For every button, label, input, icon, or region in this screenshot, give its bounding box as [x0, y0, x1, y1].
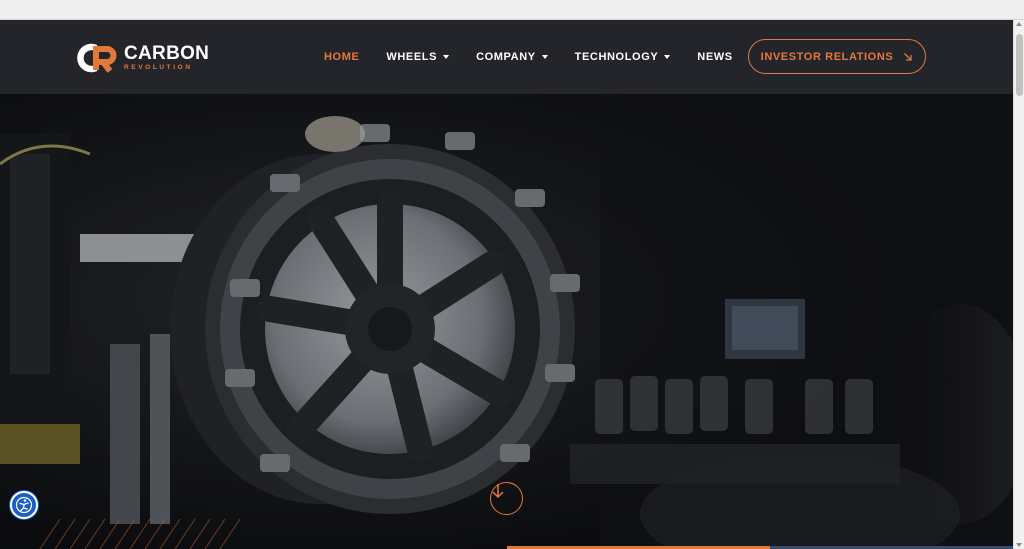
scroll-down-button[interactable] — [490, 482, 523, 515]
nav-item-label: TECHNOLOGY — [574, 51, 659, 63]
nav-item-label: HOME — [324, 51, 360, 63]
page-scrollbar[interactable] — [1013, 20, 1024, 549]
accessibility-icon — [15, 496, 33, 514]
site-header: CARBON REVOLUTION HOME WHEELS COMPANY TE… — [0, 20, 1013, 94]
logo-wordmark: CARBON — [124, 43, 210, 65]
caret-down-icon — [664, 55, 671, 59]
carbon-revolution-logo[interactable]: CARBON REVOLUTION — [74, 42, 224, 74]
nav-item-home[interactable]: HOME — [324, 51, 359, 63]
investor-relations-button[interactable]: INVESTOR RELATIONS — [748, 39, 926, 74]
accessibility-button[interactable] — [10, 491, 38, 519]
nav-item-company[interactable]: COMPANY — [476, 51, 548, 63]
caret-down-icon — [443, 55, 450, 59]
main-nav: HOME WHEELS COMPANY TECHNOLOGY NEWS — [324, 50, 760, 64]
investor-relations-label: INVESTOR RELATIONS — [760, 50, 894, 63]
caret-down-icon — [541, 55, 548, 59]
hero-background-image — [0, 94, 1013, 549]
logo-text: CARBON REVOLUTION — [124, 44, 209, 72]
hero-section — [0, 94, 1013, 549]
nav-item-technology[interactable]: TECHNOLOGY — [575, 51, 671, 63]
nav-item-news[interactable]: NEWS — [697, 51, 732, 63]
arrow-down-circle-icon — [492, 484, 504, 499]
nav-item-label: COMPANY — [476, 51, 536, 63]
scroll-up-arrow-icon[interactable] — [1016, 22, 1022, 26]
nav-item-label: WHEELS — [386, 51, 438, 63]
scrollbar-thumb[interactable] — [1016, 34, 1023, 96]
nav-item-label: NEWS — [697, 51, 733, 63]
page: CARBON REVOLUTION HOME WHEELS COMPANY TE… — [0, 20, 1013, 549]
logo-tagline: REVOLUTION — [124, 64, 193, 72]
nav-item-wheels[interactable]: WHEELS — [386, 51, 450, 63]
browser-top-strip — [0, 0, 1024, 20]
scroll-down-arrow-icon[interactable] — [1016, 543, 1022, 547]
arrow-down-right-icon — [904, 52, 912, 61]
cr-logo-mark-icon — [77, 43, 117, 73]
